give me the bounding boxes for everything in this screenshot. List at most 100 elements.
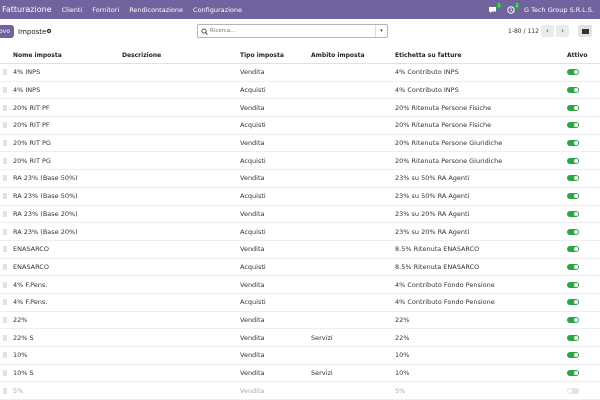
active-toggle[interactable] (567, 316, 579, 323)
active-toggle[interactable] (567, 263, 579, 270)
table-row[interactable]: 20% RIT PG Vendita 20% Ritenuta Persone Gi… (0, 135, 600, 153)
cell-invoice-label: 23% su 50% RA Agenti (395, 174, 470, 183)
table-row[interactable]: ENASARCO Acquisti 8.5% Ritenuta ENASARCO (0, 259, 600, 277)
drag-handle-icon[interactable] (3, 117, 7, 134)
table-row[interactable]: RA 23% (Base 50%) Acquisti 23% su 50% RA A… (0, 188, 600, 206)
pager-previous-button[interactable]: ‹ (541, 25, 554, 37)
new-button[interactable]: uovo (0, 25, 14, 38)
cell-active (567, 382, 597, 399)
pager-next-button[interactable]: › (556, 25, 569, 37)
drag-handle-icon[interactable] (3, 99, 7, 116)
drag-handle-icon[interactable] (3, 365, 7, 382)
menu-rendicontazione[interactable]: Rendicontazione (129, 6, 183, 14)
active-toggle[interactable] (567, 193, 579, 200)
column-header-scope[interactable]: Ambito imposta (311, 47, 393, 63)
search-input[interactable] (210, 26, 370, 36)
table-row[interactable]: 20% RIT PF Acquisti 20% Ritenuta Persone F… (0, 117, 600, 135)
cell-active (567, 276, 597, 293)
drag-handle-icon[interactable] (3, 347, 7, 364)
drag-handle-icon[interactable] (3, 223, 7, 240)
cell-description (122, 135, 237, 152)
active-toggle[interactable] (567, 246, 579, 253)
cell-description (122, 206, 237, 223)
active-toggle[interactable] (567, 87, 579, 94)
drag-handle-icon[interactable] (3, 170, 7, 187)
table-row[interactable]: 4% F.Pens. Acquisti 4% Contributo Fondo Pe… (0, 294, 600, 312)
drag-handle-icon[interactable] (3, 294, 7, 311)
table-row[interactable]: 10% S Vendita Servizi 10% (0, 365, 600, 383)
drag-handle-icon[interactable] (3, 82, 7, 99)
clock-icon[interactable]: 2 (506, 2, 520, 15)
active-toggle[interactable] (567, 175, 579, 182)
active-toggle[interactable] (567, 228, 579, 235)
table-row[interactable]: RA 23% (Base 20%) Vendita 23% su 20% RA Ag… (0, 206, 600, 224)
active-toggle[interactable] (567, 352, 579, 359)
cell-invoice-label: 4% Contributo Fondo Pensione (395, 298, 495, 307)
table-row[interactable]: 5% Vendita 5% (0, 382, 600, 400)
active-toggle[interactable] (567, 157, 579, 164)
drag-handle-icon[interactable] (3, 241, 7, 258)
drag-handle-icon[interactable] (3, 64, 7, 81)
drag-handle-icon[interactable] (3, 135, 7, 152)
cell-tax-scope (311, 223, 393, 240)
active-toggle[interactable] (567, 281, 579, 288)
table-row[interactable]: 4% INPS Acquisti 4% Contributo INPS (0, 82, 600, 100)
company-switcher[interactable]: G Tech Group S.R.L.S. (524, 6, 594, 14)
table-row[interactable]: 10% Vendita 10% (0, 347, 600, 365)
cell-tax-type: Acquisti (240, 192, 266, 201)
drag-handle-icon[interactable] (3, 188, 7, 205)
cell-tax-scope (311, 82, 393, 99)
table-row[interactable]: ENASARCO Vendita 8.5% Ritenuta ENASARCO (0, 241, 600, 259)
cell-tax-scope (311, 312, 393, 329)
drag-handle-icon[interactable] (3, 276, 7, 293)
active-toggle[interactable] (567, 299, 579, 306)
drag-handle-icon[interactable] (3, 206, 7, 223)
active-toggle[interactable] (567, 334, 579, 341)
chat-icon[interactable]: 1 (488, 2, 502, 15)
active-toggle[interactable] (567, 370, 579, 377)
column-header-type[interactable]: Tipo imposta (240, 47, 308, 63)
active-toggle[interactable] (567, 387, 579, 394)
pager-value[interactable]: 1-80 / 112 (508, 28, 539, 35)
active-toggle[interactable] (567, 210, 579, 217)
table-row[interactable]: 20% RIT PF Vendita 20% Ritenuta Persone Fi… (0, 99, 600, 118)
menu-clienti[interactable]: Clienti (62, 6, 83, 14)
cell-active (567, 135, 597, 152)
cell-tax-name: 4% F.Pens. (13, 298, 48, 307)
gear-icon[interactable] (46, 28, 52, 36)
chat-badge: 1 (495, 2, 502, 9)
active-toggle[interactable] (567, 122, 579, 129)
menu-fornitori[interactable]: Fornitori (92, 6, 119, 14)
table-row[interactable]: 22% Vendita 22% (0, 312, 600, 330)
cell-tax-name: 20% RIT PF (13, 103, 50, 112)
active-toggle[interactable] (567, 104, 579, 111)
drag-handle-icon[interactable] (3, 382, 7, 399)
list-view-button[interactable] (578, 25, 592, 37)
menu-configurazione[interactable]: Configurazione (193, 6, 242, 14)
cell-invoice-label: 5% (395, 386, 406, 395)
drag-handle-icon[interactable] (3, 152, 7, 169)
table-row[interactable]: 22% S Vendita Servizi 22% (0, 329, 600, 347)
activity-badge: 2 (513, 2, 520, 9)
cell-tax-type: Vendita (240, 209, 265, 218)
active-toggle[interactable] (567, 140, 579, 147)
column-header-active[interactable]: Attivo (567, 47, 597, 63)
table-row[interactable]: RA 23% (Base 50%) Vendita 23% su 50% RA Ag… (0, 170, 600, 188)
drag-handle-icon[interactable] (3, 312, 7, 329)
column-header-name[interactable]: Nome imposta (13, 47, 118, 63)
cell-tax-scope (311, 206, 393, 223)
drag-handle-icon[interactable] (3, 329, 7, 346)
column-header-label[interactable]: Etichetta su fatture (395, 47, 560, 63)
drag-handle-icon[interactable] (3, 259, 7, 276)
column-header-description[interactable]: Descrizione (122, 47, 237, 63)
table-row[interactable]: 20% RIT PG Acquisti 20% Ritenuta Persone G… (0, 152, 600, 171)
cell-active (567, 312, 597, 329)
chevron-down-icon[interactable]: ▾ (375, 25, 387, 37)
active-toggle[interactable] (567, 69, 579, 76)
kanban-view-button[interactable] (593, 25, 600, 37)
table-row[interactable]: 4% F.Pens. Vendita 4% Contributo Fondo Pen… (0, 276, 600, 294)
table-row[interactable]: 4% INPS Vendita 4% Contributo INPS (0, 64, 600, 82)
table-row[interactable]: RA 23% (Base 20%) Acquisti 23% su 20% RA A… (0, 223, 600, 241)
cell-tax-type: Vendita (240, 103, 265, 112)
app-title[interactable]: Fatturazione (2, 5, 52, 14)
